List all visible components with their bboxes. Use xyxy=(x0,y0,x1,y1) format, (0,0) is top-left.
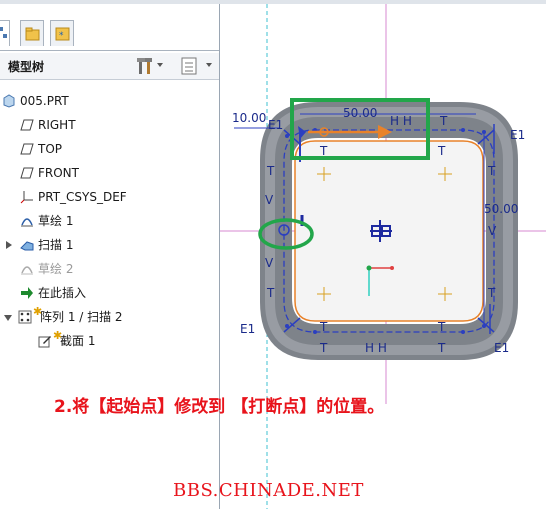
tree-item-label: RIGHT xyxy=(38,118,76,132)
sketch-icon xyxy=(21,266,33,275)
tree-item-label: 在此插入 xyxy=(38,286,87,300)
tree-item-label: PRT_CSYS_DEF xyxy=(38,190,127,204)
constraint-tangent: T xyxy=(320,341,328,355)
watermark: BBS.CHINADE.NET xyxy=(173,480,364,501)
tree-item-label: TOP xyxy=(38,142,63,156)
tree-item-label: 005.PRT xyxy=(20,94,69,108)
tree-item-label: 扫描 1 xyxy=(38,238,74,252)
constraint-horizontal: H H xyxy=(365,341,387,355)
graphics-canvas[interactable]: 50.00 10.00 50.00 E1 E1 E1 E1 H H H H T … xyxy=(220,4,546,509)
model-tree-panel: * 模型树 005.PRT RIGHT TOP FRONT PRT_CSYS_D… xyxy=(0,4,220,509)
constraint-tangent: T xyxy=(488,164,496,178)
pattern-icon xyxy=(18,310,32,324)
dimension-left[interactable]: 10.00 xyxy=(232,111,266,125)
insert-arrow-icon xyxy=(21,287,33,299)
datum-plane-icon xyxy=(20,119,34,131)
constraint-vertical: V xyxy=(488,224,497,238)
datum-plane-icon xyxy=(20,143,34,155)
navigator-tabs: * xyxy=(0,18,219,50)
sketch-icon xyxy=(21,218,33,227)
constraint-tangent: T xyxy=(440,114,448,128)
show-menu-icon[interactable] xyxy=(180,56,200,76)
coordinate-system-icon xyxy=(20,191,33,204)
constraint-e1: E1 xyxy=(494,341,510,355)
chevron-down-icon[interactable] xyxy=(206,63,212,67)
settings-tools-icon[interactable] xyxy=(136,56,156,76)
constraint-tangent: T xyxy=(267,286,275,300)
tree-item-label: 草绘 2 xyxy=(38,262,74,276)
part-icon xyxy=(3,94,15,108)
tab-tree[interactable] xyxy=(0,20,10,46)
dimension-right[interactable]: 50.00 xyxy=(484,202,518,216)
constraint-tangent: T xyxy=(438,320,446,334)
constraint-vertical: V xyxy=(265,193,274,207)
constraint-tangent: T xyxy=(488,286,496,300)
model-tree-header: 模型树 xyxy=(0,53,219,80)
chevron-down-icon[interactable] xyxy=(157,63,163,67)
model-tree-title: 模型树 xyxy=(8,60,45,74)
constraint-vertical: V xyxy=(265,256,274,270)
tab-divider xyxy=(0,50,219,51)
dimension-top[interactable]: 50.00 xyxy=(343,106,377,120)
tab-folder[interactable] xyxy=(20,20,44,46)
constraint-tangent: T xyxy=(267,164,275,178)
tab-favorites[interactable]: * xyxy=(50,20,74,46)
svg-text:*: * xyxy=(59,31,64,41)
constraint-e1: E1 xyxy=(510,128,526,142)
datum-plane-icon xyxy=(20,167,34,179)
tree-item-label: FRONT xyxy=(38,166,79,180)
constraint-e1: E1 xyxy=(268,118,284,132)
folder-icon xyxy=(25,27,40,41)
expand-arrow-icon[interactable] xyxy=(6,241,12,249)
section-edit-icon xyxy=(38,336,51,348)
tree-icon xyxy=(0,27,7,38)
sweep-icon xyxy=(20,241,34,251)
instruction-note: 2.将【起始点】修改到 【打断点】的位置。 xyxy=(54,397,385,417)
constraint-tangent: T xyxy=(320,144,328,158)
tree-item-label: 截面 1 xyxy=(60,334,96,348)
collapse-arrow-icon[interactable] xyxy=(4,315,12,321)
constraint-tangent: T xyxy=(438,341,446,355)
constraint-horizontal: H H xyxy=(390,114,412,128)
favorites-icon: * xyxy=(55,27,70,41)
tree-item-label: 草绘 1 xyxy=(38,214,74,228)
constraint-tangent: T xyxy=(320,320,328,334)
constraint-e1: E1 xyxy=(240,322,256,336)
constraint-tangent: T xyxy=(438,144,446,158)
